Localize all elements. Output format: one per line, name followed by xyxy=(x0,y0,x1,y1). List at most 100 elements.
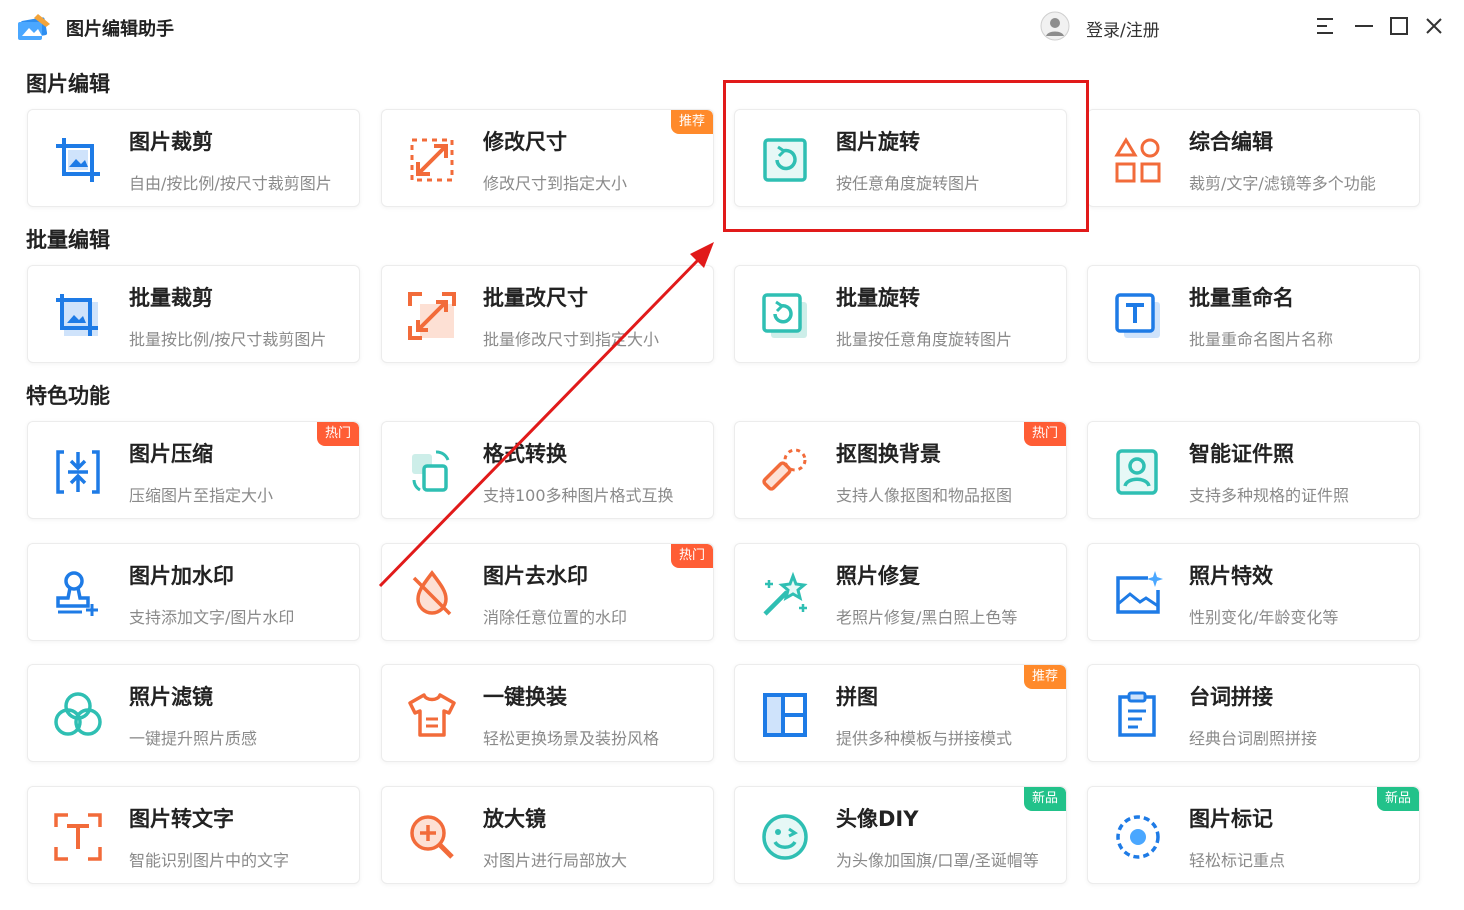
rotate-icon xyxy=(763,138,807,182)
card-title: 综合编辑 xyxy=(1189,130,1273,154)
card-title: 批量改尺寸 xyxy=(483,286,588,310)
resize-icon xyxy=(410,138,454,182)
card-id-photo[interactable]: 智能证件照 支持多种规格的证件照 xyxy=(1087,421,1420,519)
magic-wand-icon xyxy=(763,571,808,616)
card-title: 照片修复 xyxy=(836,564,920,588)
card-photo-filter[interactable]: 照片滤镜 一键提升照片质感 xyxy=(27,664,360,762)
card-description: 自由/按比例/按尺寸裁剪图片 xyxy=(129,174,332,193)
card-description: 消除任意位置的水印 xyxy=(483,608,628,627)
card-description: 一键提升照片质感 xyxy=(129,729,258,748)
card-image-to-text[interactable]: 图片转文字 智能识别图片中的文字 xyxy=(27,786,360,884)
card-title: 照片滤镜 xyxy=(129,685,213,709)
card-title: 批量旋转 xyxy=(836,286,920,310)
card-title: 智能证件照 xyxy=(1189,442,1294,466)
card-batch-resize[interactable]: 批量改尺寸 批量修改尺寸到指定大小 xyxy=(381,265,714,363)
id-photo-icon xyxy=(1116,449,1158,495)
rename-icon xyxy=(1115,293,1160,338)
cutout-icon xyxy=(762,448,807,491)
shirt-icon xyxy=(408,693,456,737)
card-description: 为头像加国旗/口罩/圣诞帽等 xyxy=(836,851,1039,870)
card-title: 图片加水印 xyxy=(129,564,234,588)
card-title: 照片特效 xyxy=(1189,564,1273,588)
batch-rotate-icon xyxy=(762,293,807,338)
card-title: 拼图 xyxy=(836,685,878,709)
collage-icon xyxy=(763,693,807,737)
badge-new: 新品 xyxy=(1023,787,1066,811)
login-register-link[interactable]: 登录/注册 xyxy=(1086,16,1160,41)
card-resize[interactable]: 修改尺寸 修改尺寸到指定大小 推荐 xyxy=(381,109,714,207)
card-title: 抠图换背景 xyxy=(836,442,941,466)
card-title: 批量裁剪 xyxy=(129,286,213,310)
badge-hot: 热门 xyxy=(316,422,359,446)
card-description: 支持添加文字/图片水印 xyxy=(129,608,295,627)
card-title: 放大镜 xyxy=(483,807,546,831)
effects-icon xyxy=(1116,571,1163,614)
remove-watermark-icon xyxy=(412,570,452,616)
card-description: 批量按比例/按尺寸裁剪图片 xyxy=(129,330,327,349)
card-comprehensive-edit[interactable]: 综合编辑 裁剪/文字/滤镜等多个功能 xyxy=(1087,109,1420,207)
card-remove-watermark[interactable]: 图片去水印 消除任意位置的水印 热门 xyxy=(381,543,714,641)
filter-icon xyxy=(54,692,102,736)
app-title: 图片编辑助手 xyxy=(66,19,174,40)
card-image-crop[interactable]: 图片裁剪 自由/按比例/按尺寸裁剪图片 xyxy=(27,109,360,207)
badge-hot: 热门 xyxy=(670,544,713,568)
card-batch-rename[interactable]: 批量重命名 批量重命名图片名称 xyxy=(1087,265,1420,363)
section-title-image-edit: 图片编辑 xyxy=(26,72,110,96)
compress-icon xyxy=(56,450,100,494)
card-title: 修改尺寸 xyxy=(483,130,567,154)
badge-hot: 热门 xyxy=(1023,422,1066,446)
app-logo-icon xyxy=(18,14,50,40)
batch-resize-icon xyxy=(408,292,456,340)
card-title: 批量重命名 xyxy=(1189,286,1294,310)
badge-new: 新品 xyxy=(1376,787,1419,811)
card-description: 经典台词剧照拼接 xyxy=(1189,729,1318,748)
card-title: 图片压缩 xyxy=(129,442,213,466)
card-batch-rotate[interactable]: 批量旋转 批量按任意角度旋转图片 xyxy=(734,265,1067,363)
card-title: 格式转换 xyxy=(483,442,567,466)
card-photo-effects[interactable]: 照片特效 性别变化/年龄变化等 xyxy=(1087,543,1420,641)
maximize-icon[interactable] xyxy=(1387,14,1411,38)
card-title: 一键换装 xyxy=(483,685,567,709)
card-add-watermark[interactable]: 图片加水印 支持添加文字/图片水印 xyxy=(27,543,360,641)
card-description: 压缩图片至指定大小 xyxy=(129,486,274,505)
card-batch-crop[interactable]: 批量裁剪 批量按比例/按尺寸裁剪图片 xyxy=(27,265,360,363)
card-image-compress[interactable]: 图片压缩 压缩图片至指定大小 热门 xyxy=(27,421,360,519)
card-title: 图片去水印 xyxy=(483,564,588,588)
minimize-icon[interactable] xyxy=(1352,14,1376,38)
close-icon[interactable] xyxy=(1422,14,1446,38)
card-image-mark[interactable]: 图片标记 轻松标记重点 新品 xyxy=(1087,786,1420,884)
menu-icon[interactable] xyxy=(1313,14,1337,38)
card-format-convert[interactable]: 格式转换 支持100多种图片格式互换 xyxy=(381,421,714,519)
card-description: 裁剪/文字/滤镜等多个功能 xyxy=(1189,174,1376,193)
card-collage[interactable]: 拼图 提供多种模板与拼接模式 推荐 xyxy=(734,664,1067,762)
card-photo-repair[interactable]: 照片修复 老照片修复/黑白照上色等 xyxy=(734,543,1067,641)
card-description: 修改尺寸到指定大小 xyxy=(483,174,628,193)
card-description: 轻松更换场景及装扮风格 xyxy=(483,729,660,748)
card-title: 图片转文字 xyxy=(129,807,234,831)
card-cutout-background[interactable]: 抠图换背景 支持人像抠图和物品抠图 热门 xyxy=(734,421,1067,519)
card-magnifier[interactable]: 放大镜 对图片进行局部放大 xyxy=(381,786,714,884)
card-description: 支持人像抠图和物品抠图 xyxy=(836,486,1013,505)
card-description: 支持多种规格的证件照 xyxy=(1189,486,1350,505)
card-description: 批量按任意角度旋转图片 xyxy=(836,330,1013,349)
card-description: 批量重命名图片名称 xyxy=(1189,330,1334,349)
card-title: 台词拼接 xyxy=(1189,685,1273,709)
batch-crop-icon xyxy=(56,294,98,336)
card-image-rotate[interactable]: 图片旋转 按任意角度旋转图片 xyxy=(734,109,1067,207)
card-one-click-outfit[interactable]: 一键换装 轻松更换场景及装扮风格 xyxy=(381,664,714,762)
avatar[interactable] xyxy=(1040,11,1070,41)
badge-recommended: 推荐 xyxy=(670,110,713,134)
badge-recommended: 推荐 xyxy=(1023,665,1066,689)
watermark-icon xyxy=(56,571,98,616)
card-description: 老照片修复/黑白照上色等 xyxy=(836,608,1018,627)
magnifier-icon xyxy=(410,815,454,859)
card-description: 提供多种模板与拼接模式 xyxy=(836,729,1013,748)
card-description: 性别变化/年龄变化等 xyxy=(1189,608,1339,627)
title-bar: 图片编辑助手 登录/注册 xyxy=(0,0,1464,56)
card-description: 轻松标记重点 xyxy=(1189,851,1286,870)
card-title: 图片裁剪 xyxy=(129,130,213,154)
card-description: 按任意角度旋转图片 xyxy=(836,174,981,193)
card-lines-stitch[interactable]: 台词拼接 经典台词剧照拼接 xyxy=(1087,664,1420,762)
card-title: 头像DIY xyxy=(836,807,919,831)
card-avatar-diy[interactable]: 头像DIY 为头像加国旗/口罩/圣诞帽等 新品 xyxy=(734,786,1067,884)
